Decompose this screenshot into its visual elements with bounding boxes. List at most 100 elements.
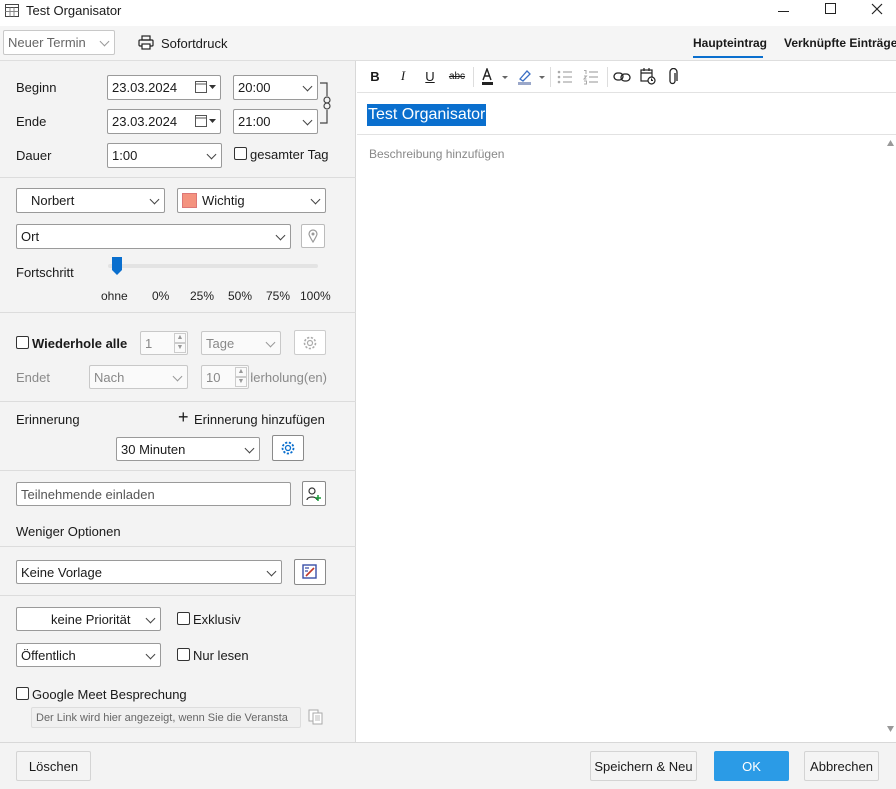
- reminder-settings-button[interactable]: [272, 435, 304, 461]
- duration-label: Dauer: [16, 148, 52, 163]
- divider: [0, 470, 356, 471]
- strikethrough-icon[interactable]: abc: [447, 66, 467, 86]
- toolbar-separator: [607, 67, 608, 87]
- location-input[interactable]: Ort: [16, 224, 291, 249]
- ends-mode-dropdown[interactable]: Nach: [89, 365, 188, 389]
- attachment-icon[interactable]: [667, 68, 679, 86]
- scroll-down-icon[interactable]: [887, 726, 894, 732]
- ends-label: Endet: [16, 370, 50, 385]
- reminder-label: Erinnerung: [16, 412, 80, 427]
- recurrence-settings-button[interactable]: [294, 330, 326, 355]
- save-and-new-button[interactable]: Speichern & Neu: [590, 751, 697, 781]
- edit-template-button[interactable]: [294, 559, 326, 585]
- google-meet-label[interactable]: Google Meet Besprechung: [32, 687, 187, 702]
- divider: [0, 177, 356, 178]
- description-placeholder: Beschreibung hinzufügen: [369, 147, 505, 161]
- numbered-list-icon[interactable]: [583, 69, 599, 85]
- reminder-dropdown[interactable]: 30 Minuten: [116, 437, 260, 461]
- divider: [0, 546, 356, 547]
- spinner-up-icon[interactable]: ▲: [174, 333, 186, 343]
- category-dropdown[interactable]: Wichtig: [177, 188, 326, 213]
- template-edit-icon: [302, 564, 317, 579]
- ends-count-suffix: Wiederholung(en): [251, 370, 327, 385]
- progress-thumb[interactable]: [111, 256, 123, 276]
- toolbar: Neuer Termin Sofortdruck Haupteintrag Ve…: [0, 26, 896, 61]
- close-icon[interactable]: [871, 3, 883, 15]
- add-attendee-button[interactable]: [302, 481, 326, 506]
- progress-label: Fortschritt: [16, 265, 74, 280]
- duration-dropdown[interactable]: 1:00: [107, 143, 222, 168]
- begin-date-field[interactable]: 23.03.2024: [107, 75, 221, 100]
- underline-icon[interactable]: U: [420, 66, 440, 86]
- progress-tick: 75%: [266, 289, 291, 303]
- minimize-icon[interactable]: [778, 11, 789, 12]
- maximize-icon[interactable]: [825, 3, 836, 14]
- ends-count-spinner[interactable]: 10 ▲ ▼: [201, 365, 249, 389]
- link-times-icon[interactable]: [318, 80, 334, 126]
- toolbar-separator: [550, 67, 551, 87]
- plus-icon[interactable]: +: [178, 408, 189, 426]
- end-time-dropdown[interactable]: 21:00: [233, 109, 318, 134]
- spinner-up-icon[interactable]: ▲: [235, 367, 247, 377]
- begin-label: Beginn: [16, 80, 57, 95]
- end-date-field[interactable]: 23.03.2024: [107, 109, 221, 134]
- visibility-dropdown[interactable]: Öffentlich: [16, 643, 161, 667]
- font-color-icon[interactable]: [481, 68, 509, 86]
- divider: [0, 595, 356, 596]
- readonly-label[interactable]: Nur lesen: [193, 648, 249, 663]
- title-input[interactable]: Test Organisator: [357, 94, 896, 135]
- divider: [0, 312, 356, 313]
- printer-icon[interactable]: [138, 35, 154, 50]
- tab-linked-entries[interactable]: Verknüpfte Einträge: [784, 36, 896, 50]
- calendar-app-icon: [5, 4, 19, 17]
- new-appointment-dropdown[interactable]: Neuer Termin: [3, 30, 115, 55]
- calendar-picker-icon[interactable]: [195, 81, 217, 93]
- all-day-label[interactable]: gesamter Tag: [250, 147, 329, 162]
- quick-print-button[interactable]: Sofortdruck: [161, 36, 227, 51]
- location-map-button[interactable]: [301, 224, 325, 248]
- all-day-checkbox[interactable]: [234, 147, 247, 160]
- highlight-color-icon[interactable]: [517, 68, 547, 86]
- link-icon[interactable]: [613, 69, 631, 85]
- google-meet-checkbox[interactable]: [16, 687, 29, 700]
- description-editor[interactable]: Beschreibung hinzufügen: [357, 136, 885, 741]
- map-pin-icon: [308, 229, 318, 243]
- description-scrollbar[interactable]: [885, 136, 896, 741]
- format-toolbar: B I U abc: [357, 61, 896, 93]
- add-reminder-button[interactable]: Erinnerung hinzufügen: [194, 412, 325, 427]
- scroll-up-icon[interactable]: [887, 140, 894, 146]
- readonly-checkbox[interactable]: [177, 648, 190, 661]
- progress-slider[interactable]: [108, 255, 320, 279]
- tab-main-entry[interactable]: Haupteintrag: [693, 36, 767, 50]
- fewer-options-link[interactable]: Weniger Optionen: [16, 524, 121, 539]
- exclusive-checkbox[interactable]: [177, 612, 190, 625]
- begin-time-dropdown[interactable]: 20:00: [233, 75, 318, 100]
- calendar-picker-icon[interactable]: [195, 115, 217, 127]
- spinner-down-icon[interactable]: ▼: [235, 377, 247, 387]
- owner-dropdown[interactable]: Norbert: [16, 188, 165, 213]
- invite-attendees-input[interactable]: Teilnehmende einladen: [16, 482, 291, 506]
- ok-button[interactable]: OK: [714, 751, 789, 781]
- repeat-unit-dropdown[interactable]: Tage: [201, 331, 281, 355]
- new-appointment-label: Neuer Termin: [8, 35, 86, 50]
- bullet-list-icon[interactable]: [557, 69, 573, 85]
- bold-icon[interactable]: B: [365, 66, 385, 86]
- gear-icon: [303, 336, 317, 349]
- insert-date-icon[interactable]: [640, 68, 656, 85]
- repeat-interval-spinner[interactable]: 1 ▲ ▼: [140, 331, 188, 355]
- progress-tick: ohne: [101, 289, 128, 303]
- progress-tick: 50%: [228, 289, 253, 303]
- exclusive-label[interactable]: Exklusiv: [193, 612, 241, 627]
- spinner-down-icon[interactable]: ▼: [174, 343, 186, 353]
- delete-button[interactable]: Löschen: [16, 751, 91, 781]
- template-dropdown[interactable]: Keine Vorlage: [16, 560, 282, 584]
- priority-dropdown[interactable]: keine Priorität: [16, 607, 161, 631]
- italic-icon[interactable]: I: [393, 66, 413, 86]
- copy-icon[interactable]: [308, 709, 324, 725]
- category-color-swatch: [182, 193, 197, 208]
- cancel-button[interactable]: Abbrechen: [804, 751, 879, 781]
- toolbar-separator: [473, 67, 474, 87]
- progress-track: [108, 264, 318, 268]
- repeat-checkbox[interactable]: [16, 336, 29, 349]
- repeat-label[interactable]: Wiederhole alle: [32, 336, 127, 351]
